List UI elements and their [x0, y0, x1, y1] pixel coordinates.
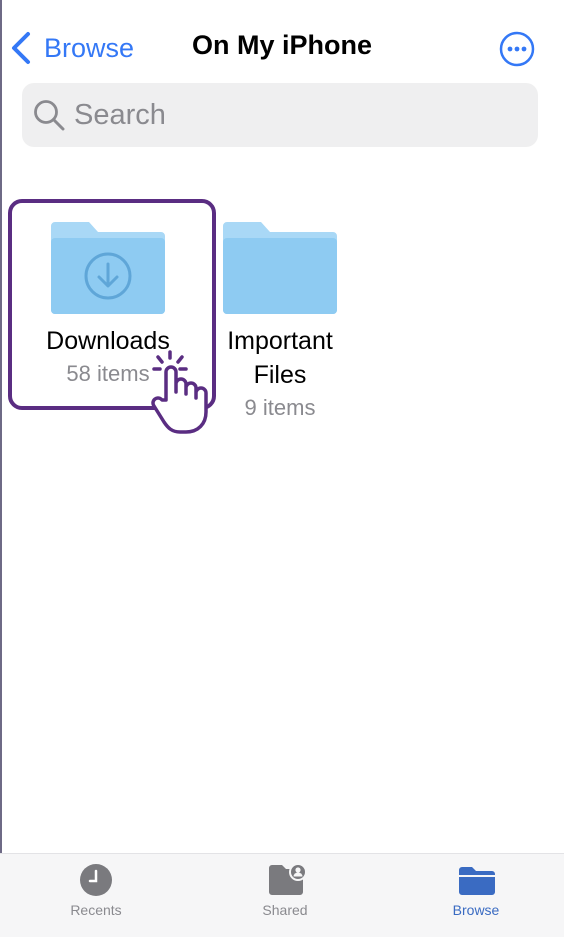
- folder-name-line1: Important: [227, 327, 333, 355]
- folder-important-files[interactable]: Important Files 9 items: [192, 218, 368, 424]
- window-edge: [0, 0, 2, 937]
- folder-item-count: 58 items: [66, 361, 150, 386]
- tab-label: Browse: [452, 902, 500, 918]
- search-bar[interactable]: [22, 83, 538, 147]
- ellipsis-circle-icon: [499, 31, 535, 67]
- folder-name-line2: Files: [253, 361, 307, 389]
- tab-browse[interactable]: Browse: [411, 854, 541, 937]
- clock-icon: [80, 864, 112, 896]
- folder-downloads[interactable]: Downloads 58 items: [20, 218, 196, 390]
- navigation-bar: Browse On My iPhone: [0, 0, 564, 80]
- files-app-screen: Browse On My iPhone Downloads: [0, 0, 564, 937]
- tab-bar: Recents Shared Browse: [0, 853, 564, 937]
- download-folder-icon: [51, 222, 165, 314]
- folder-item-count: 9 items: [244, 395, 316, 420]
- folder-name: Downloads: [46, 327, 170, 355]
- tab-label: Recents: [70, 902, 122, 918]
- more-options-button[interactable]: [499, 31, 535, 67]
- search-icon: [34, 100, 65, 131]
- shared-folder-icon: [269, 863, 307, 895]
- search-input[interactable]: [72, 97, 516, 133]
- tab-label: Shared: [262, 902, 308, 918]
- tab-shared[interactable]: Shared: [220, 854, 350, 937]
- folder-icon: [223, 222, 337, 314]
- tab-recents[interactable]: Recents: [31, 854, 161, 937]
- folder-icon: [459, 867, 495, 895]
- page-title: On My iPhone: [191, 30, 372, 60]
